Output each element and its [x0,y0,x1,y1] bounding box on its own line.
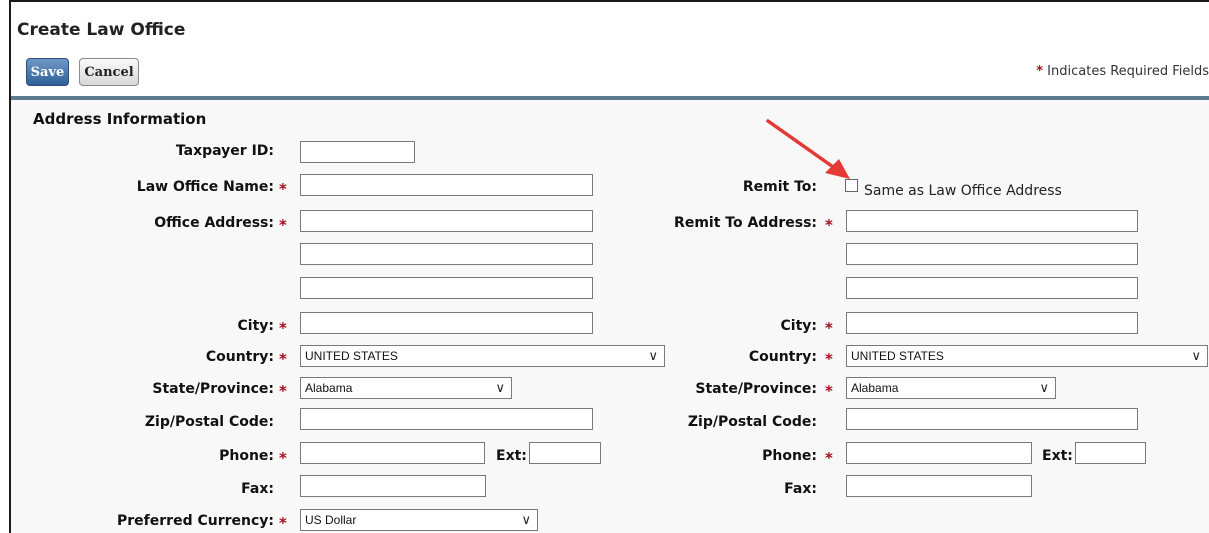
state-province-label: State/Province: [152,381,274,397]
phone-label: Phone: [219,448,274,464]
remit-country-label: Country: [748,349,817,365]
preferred-currency-select[interactable]: US Dollar ∨ [300,509,538,531]
state-province-required-star: * [279,382,287,400]
chevron-down-icon: ∨ [495,381,505,396]
remit-country-selected-value: UNITED STATES [851,349,944,363]
country-required-star: * [279,350,287,368]
save-button[interactable]: Save [26,58,69,86]
chevron-down-icon: ∨ [1039,381,1049,396]
chevron-down-icon: ∨ [1191,349,1201,364]
page-title: Create Law Office [17,20,186,40]
city-required-star: * [279,319,287,337]
country-select[interactable]: UNITED STATES ∨ [300,345,665,367]
phone-ext-input[interactable] [529,442,601,464]
remit-phone-label: Phone: [762,448,817,464]
chevron-down-icon: ∨ [648,349,658,364]
same-as-law-office-address-label: Same as Law Office Address [864,183,1062,199]
chevron-down-icon: ∨ [521,513,531,528]
fax-label: Fax: [241,481,274,497]
annotation-arrow-line [766,119,838,171]
remit-country-select[interactable]: UNITED STATES ∨ [846,345,1208,367]
preferred-currency-label: Preferred Currency: [117,513,274,529]
remit-state-province-selected-value: Alabama [851,381,899,395]
required-fields-note: * Indicates Required Fields [1036,64,1209,79]
remit-city-label: City: [780,318,818,334]
remit-fax-label: Fax: [784,481,817,497]
remit-phone-ext-label: Ext: [1042,448,1073,464]
city-label: City: [237,318,275,334]
law-office-name-label: Law Office Name: [136,179,274,195]
remit-zip-postal-code-input[interactable] [846,408,1138,430]
remit-to-address-label: Remit To Address: [674,215,817,231]
fax-input[interactable] [300,475,486,497]
annotation-arrow-icon [766,119,850,179]
preferred-currency-required-star: * [279,514,287,532]
phone-input[interactable] [300,442,485,464]
remit-phone-required-star: * [825,449,833,467]
cancel-button[interactable]: Cancel [79,58,139,86]
remit-to-address-line3-input[interactable] [846,277,1138,299]
zip-postal-code-label: Zip/Postal Code: [144,414,274,430]
remit-phone-ext-input[interactable] [1075,442,1146,464]
remit-state-province-required-star: * [825,382,833,400]
section-title: Address Information [33,110,207,128]
zip-postal-code-input[interactable] [300,408,593,430]
law-office-name-input[interactable] [300,174,593,196]
office-address-line2-input[interactable] [300,243,593,265]
preferred-currency-selected-value: US Dollar [305,513,357,527]
office-address-required-star: * [279,216,287,234]
remit-to-address-line1-input[interactable] [846,210,1138,232]
office-address-label: Office Address: [154,215,274,231]
country-selected-value: UNITED STATES [305,349,398,363]
remit-city-input[interactable] [846,312,1138,334]
remit-to-address-required-star: * [825,216,833,234]
state-province-select[interactable]: Alabama ∨ [300,377,512,399]
required-note-text: Indicates Required Fields [1047,64,1209,79]
phone-ext-label: Ext: [496,448,527,464]
remit-city-required-star: * [825,319,833,337]
remit-fax-input[interactable] [846,475,1032,497]
law-office-name-required-star: * [279,180,287,198]
city-input[interactable] [300,312,593,334]
country-label: Country: [205,349,274,365]
state-province-selected-value: Alabama [305,381,353,395]
taxpayer-id-input[interactable] [300,141,415,163]
remit-country-required-star: * [825,350,833,368]
remit-zip-postal-code-label: Zip/Postal Code: [687,414,817,430]
office-address-line1-input[interactable] [300,210,593,232]
remit-to-address-line2-input[interactable] [846,243,1138,265]
phone-required-star: * [279,449,287,467]
required-star: * [1036,64,1044,79]
taxpayer-id-label: Taxpayer ID: [175,143,274,159]
remit-phone-input[interactable] [846,442,1032,464]
office-address-line3-input[interactable] [300,277,593,299]
remit-state-province-label: State/Province: [695,381,817,397]
remit-state-province-select[interactable]: Alabama ∨ [846,377,1056,399]
